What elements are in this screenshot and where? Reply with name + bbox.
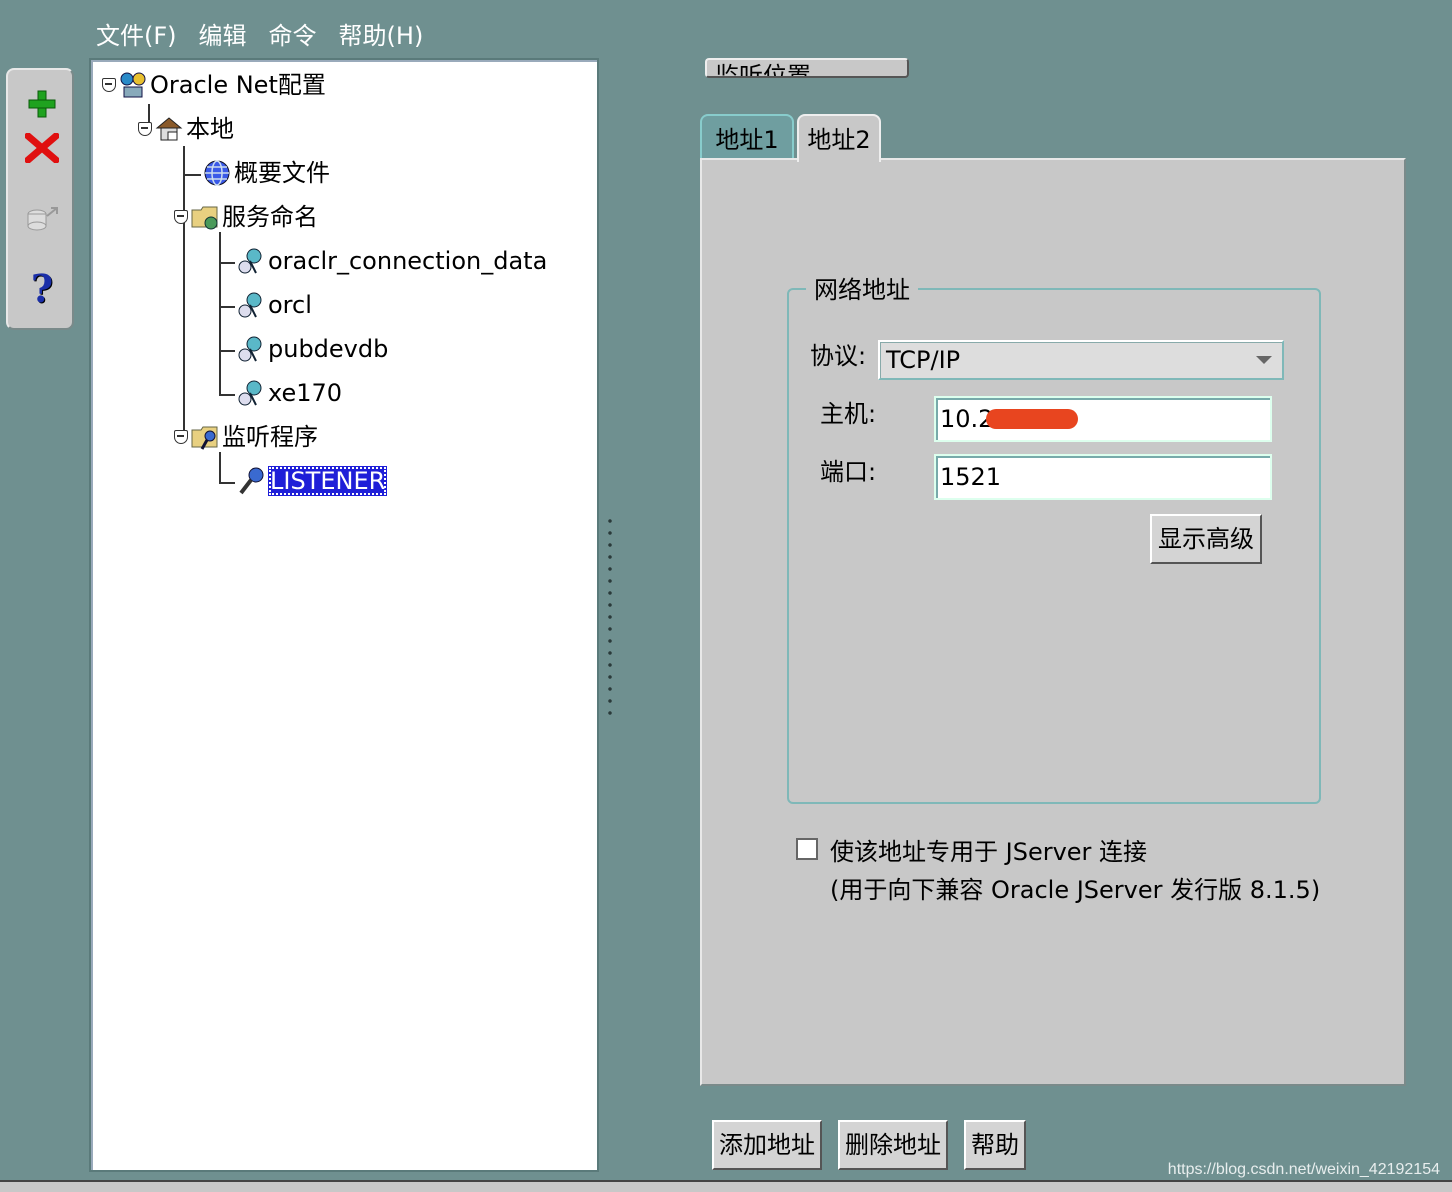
status-bar — [0, 1180, 1452, 1192]
menu-edit[interactable]: 编辑 — [199, 18, 247, 54]
watermark: https://blog.csdn.net/weixin_42192154 — [1167, 1161, 1440, 1178]
protocol-label: 协议: — [810, 342, 867, 370]
split-handle[interactable] — [606, 515, 614, 720]
test-service-icon — [27, 207, 58, 231]
collapse-toggle[interactable] — [174, 430, 188, 444]
help-button[interactable]: 帮助 — [964, 1120, 1026, 1170]
port-value: 1521 — [940, 463, 1002, 491]
tree-line — [219, 452, 221, 482]
database-service-icon — [238, 292, 262, 318]
collapse-toggle[interactable] — [102, 78, 116, 92]
show-advanced-button[interactable]: 显示高级 — [1150, 514, 1262, 564]
tree-line — [219, 482, 235, 484]
port-label: 端口: — [820, 458, 877, 486]
tree-label-selected: LISTENER — [268, 466, 388, 496]
tree-line — [219, 350, 235, 352]
plus-icon — [28, 90, 56, 118]
tree-node-service[interactable]: oraclr_connection_data — [236, 246, 547, 276]
tree-line — [219, 306, 235, 308]
add-address-button[interactable]: 添加地址 — [712, 1120, 822, 1170]
jserver-checkbox-label: 使该地址专用于 JServer 连接 — [830, 838, 1148, 866]
menu-help[interactable]: 帮助(H) — [339, 18, 424, 54]
port-input[interactable]: 1521 — [934, 454, 1272, 500]
listening-locations-button[interactable]: 监听位置 — [705, 58, 909, 78]
x-icon — [25, 133, 59, 163]
config-tree — [89, 58, 599, 1172]
chevron-down-icon — [1256, 356, 1272, 364]
menu-command[interactable]: 命令 — [269, 18, 317, 54]
protocol-value: TCP/IP — [886, 346, 961, 374]
tree-label: pubdevdb — [268, 335, 389, 363]
tree-line — [183, 174, 201, 176]
host-input[interactable]: 10.2 — [934, 396, 1272, 442]
tree-node-oracle-net[interactable]: Oracle Net配置 — [102, 70, 326, 100]
delete-button[interactable] — [22, 128, 62, 168]
vertical-toolbar: ? — [6, 68, 74, 330]
local-house-icon — [155, 117, 183, 141]
jserver-note: (用于向下兼容 Oracle JServer 发行版 8.1.5) — [830, 876, 1321, 904]
tab-address-1[interactable]: 地址1 — [700, 114, 794, 160]
menu-file[interactable]: 文件(F) — [96, 18, 177, 54]
tree-node-service-naming[interactable]: 服务命名 — [174, 202, 318, 232]
add-button[interactable] — [22, 84, 62, 124]
tree-node-profile[interactable]: 概要文件 — [202, 158, 330, 188]
folder-icon — [191, 426, 218, 450]
tree-label: oraclr_connection_data — [268, 247, 548, 275]
tree-line — [219, 262, 235, 264]
network-config-icon — [120, 72, 146, 98]
redaction-mark — [986, 409, 1078, 429]
protocol-select[interactable]: TCP/IP — [878, 340, 1284, 380]
tree-label: 概要文件 — [234, 159, 330, 187]
tree-label: 本地 — [186, 115, 234, 143]
tree-node-service[interactable]: xe170 — [236, 378, 342, 408]
test-button[interactable] — [22, 198, 62, 238]
database-service-icon — [238, 380, 262, 406]
globe-icon — [204, 160, 230, 186]
database-service-icon — [238, 336, 262, 362]
tree-label: xe170 — [268, 379, 343, 407]
group-title: 网络地址 — [806, 274, 918, 306]
host-label: 主机: — [820, 400, 877, 428]
folder-icon — [191, 206, 218, 230]
tree-node-local[interactable]: 本地 — [138, 114, 234, 144]
tree-node-service[interactable]: orcl — [236, 290, 312, 320]
remove-address-button[interactable]: 删除地址 — [838, 1120, 948, 1170]
jserver-checkbox[interactable] — [796, 838, 818, 860]
microphone-icon — [239, 467, 264, 495]
help-toolbar-button[interactable]: ? — [22, 265, 62, 311]
tree-node-listeners[interactable]: 监听程序 — [174, 422, 318, 452]
tree-line — [219, 232, 221, 394]
tree-node-listener[interactable]: LISTENER — [236, 466, 388, 496]
question-icon: ? — [30, 265, 54, 311]
tree-label: orcl — [268, 291, 312, 319]
tree-line — [219, 394, 235, 396]
tree-line — [183, 146, 185, 436]
collapse-toggle[interactable] — [138, 122, 152, 136]
tree-label: 监听程序 — [222, 423, 318, 451]
tree-label: 服务命名 — [222, 203, 318, 231]
tree-label: Oracle Net配置 — [150, 71, 326, 99]
collapse-toggle[interactable] — [174, 210, 188, 224]
tree-node-service[interactable]: pubdevdb — [236, 334, 388, 364]
tab-address-2[interactable]: 地址2 — [797, 114, 881, 162]
menu-bar: 文件(F) 编辑 命令 帮助(H) — [96, 18, 423, 54]
database-service-icon — [238, 248, 262, 274]
